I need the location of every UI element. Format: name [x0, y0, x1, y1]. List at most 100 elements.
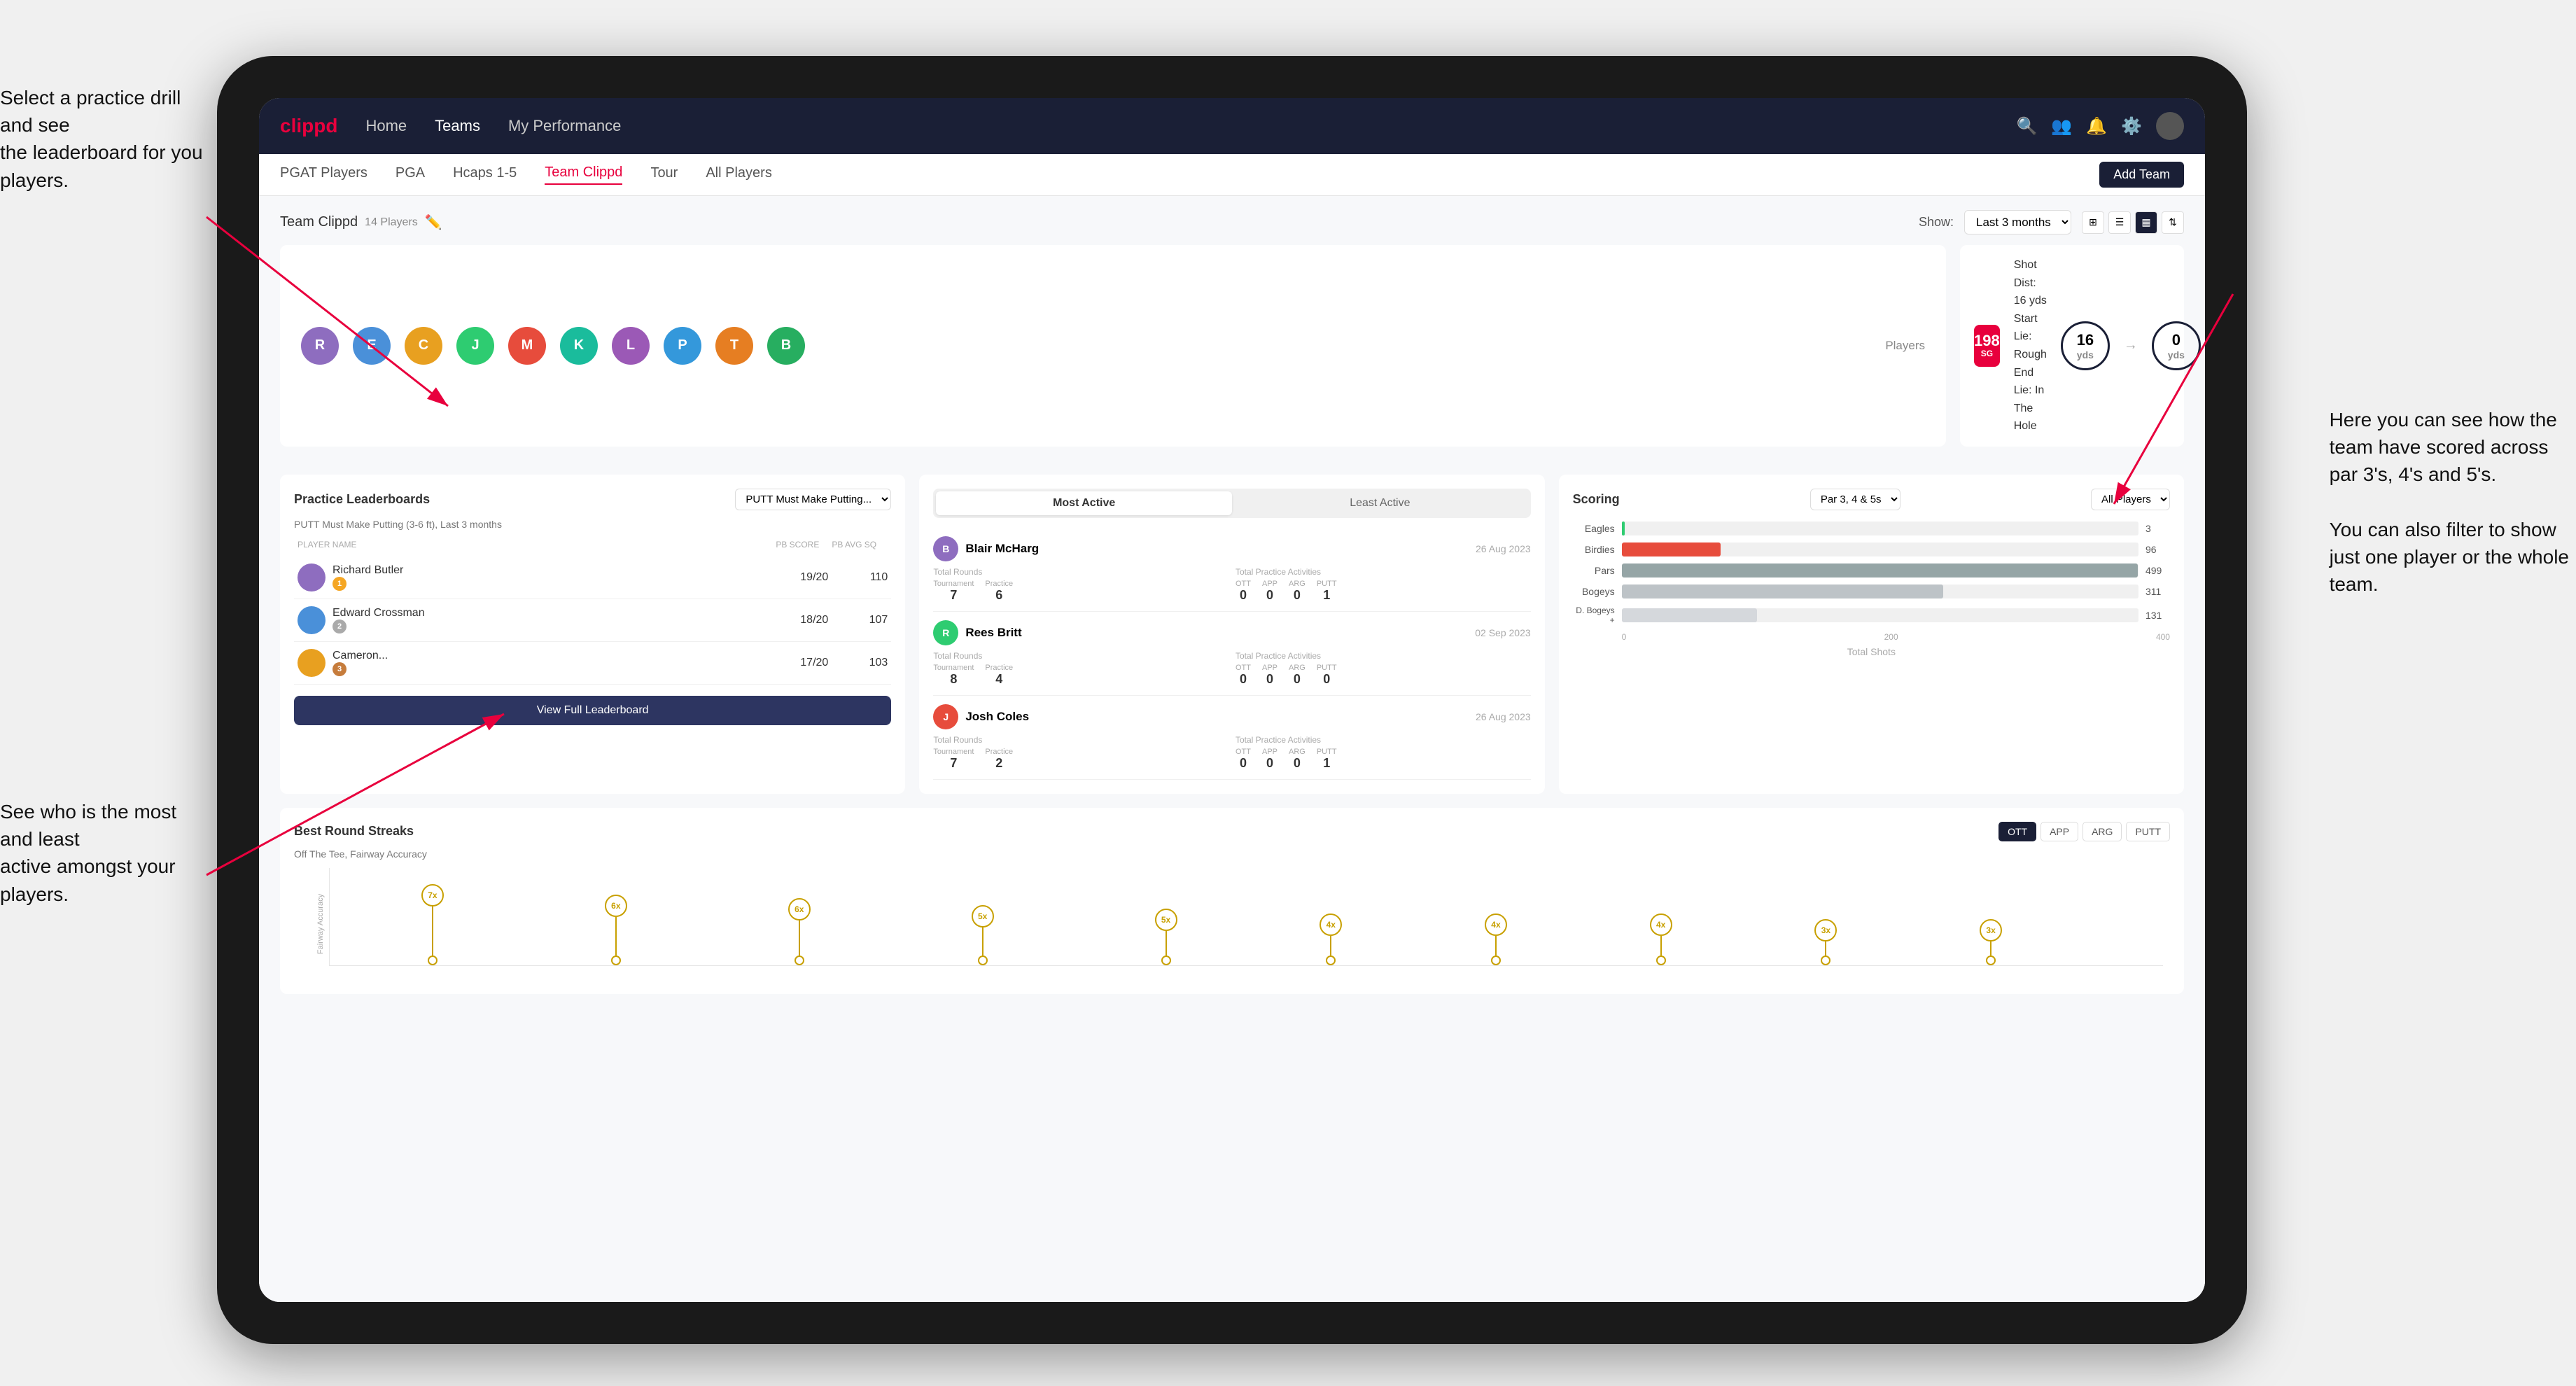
streaks-chart-area: Fairway Accuracy 7x 6x — [301, 868, 2163, 980]
dbogeys-bar-row: D. Bogeys + 131 — [1573, 606, 2170, 625]
player-avatar-8[interactable]: P — [664, 327, 701, 365]
scoring-card: Scoring Par 3, 4 & 5s All Players Eagles — [1559, 475, 2184, 794]
yds-circle-1: 16 yds — [2061, 321, 2110, 370]
player-avatar-9[interactable]: T — [715, 327, 753, 365]
activity-avatar-2: R — [933, 620, 958, 645]
dbogeys-fill — [1622, 608, 1757, 622]
streak-line-10 — [1990, 941, 1991, 955]
card-view-button[interactable]: ▦ — [2135, 211, 2157, 234]
leaderboard-column-headers: PLAYER NAME PB SCORE PB AVG SQ — [294, 540, 891, 550]
practice-activities-values-1: OTT 0 APP 0 ARG 0 — [1236, 580, 1531, 603]
nav-link-home[interactable]: Home — [365, 117, 407, 135]
activity-name-3: J Josh Coles — [933, 704, 1029, 729]
bar-axis: 0 200 400 — [1573, 632, 2170, 642]
total-rounds-group-1: Total Rounds Tournament 7 Practice 6 — [933, 567, 1228, 603]
subnav-tour[interactable]: Tour — [650, 165, 678, 184]
nav-link-performance[interactable]: My Performance — [508, 117, 621, 135]
player-filter-select[interactable]: All Players — [2091, 489, 2170, 510]
pars-label: Pars — [1573, 565, 1615, 576]
shot-end-lie: End Lie: In The Hole — [2014, 364, 2047, 435]
eagles-bar-row: Eagles 3 — [1573, 522, 2170, 536]
pars-value: 499 — [2146, 565, 2170, 576]
ott-filter-button[interactable]: OTT — [1998, 822, 2036, 841]
subnav-all[interactable]: All Players — [706, 165, 771, 184]
activity-card: Most Active Least Active B Blair McHarg … — [919, 475, 1544, 794]
leaderboard-player-2: Edward Crossman 2 — [298, 606, 769, 634]
eagles-track — [1622, 522, 2138, 536]
player-avatar-7[interactable]: L — [612, 327, 650, 365]
nav-logo: clippd — [280, 115, 337, 137]
shot-start-lie: Start Lie: Rough — [2014, 310, 2047, 364]
subnav-pga[interactable]: PGA — [396, 165, 425, 184]
player-avatar-4[interactable]: J — [456, 327, 494, 365]
list-view-button[interactable]: ☰ — [2108, 211, 2131, 234]
putt-col-1: PUTT 1 — [1317, 580, 1337, 603]
app-filter-button[interactable]: APP — [2040, 822, 2078, 841]
activity-avatar-3: J — [933, 704, 958, 729]
activity-header-3: J Josh Coles 26 Aug 2023 — [933, 704, 1530, 729]
shot-badge: 198 SG — [1974, 325, 2000, 367]
subnav-team[interactable]: Team Clippd — [545, 164, 622, 185]
show-select[interactable]: Last 3 months — [1964, 210, 2071, 234]
total-rounds-group-2: Total Rounds Tournament 8 Practice 4 — [933, 651, 1228, 687]
activity-header-2: R Rees Britt 02 Sep 2023 — [933, 620, 1530, 645]
streak-point-1: 7x — [421, 884, 444, 965]
player-avatar-10[interactable]: B — [767, 327, 805, 365]
eagles-value: 3 — [2146, 523, 2170, 534]
streak-dot-10 — [1986, 955, 1996, 965]
bogeys-label: Bogeys — [1573, 586, 1615, 597]
lb-avg-1: 110 — [832, 571, 888, 584]
streak-line-5 — [1166, 931, 1167, 955]
lb-rank-badge-1: 1 — [332, 577, 346, 591]
player-avatar-5[interactable]: M — [508, 327, 546, 365]
putt-filter-button[interactable]: PUTT — [2126, 822, 2170, 841]
leaderboard-header: Practice Leaderboards PUTT Must Make Put… — [294, 489, 891, 510]
player-avatar-1[interactable]: R — [301, 327, 339, 365]
drill-subtitle: PUTT Must Make Putting (3-6 ft), Last 3 … — [294, 519, 891, 530]
settings-button[interactable]: ⚙️ — [2121, 116, 2142, 136]
practice-activities-values-3: OTT0 APP0 ARG0 PUTT1 — [1236, 748, 1531, 771]
streak-badge-1: 7x — [421, 884, 444, 906]
avatar[interactable] — [2156, 112, 2184, 140]
notifications-button[interactable]: 🔔 — [2086, 116, 2107, 136]
subnav-pgat[interactable]: PGAT Players — [280, 165, 368, 184]
arg-filter-button[interactable]: ARG — [2082, 822, 2122, 841]
scoring-title: Scoring — [1573, 492, 1620, 507]
lb-name-3: Cameron... — [332, 650, 388, 662]
lb-avatar-3 — [298, 649, 326, 677]
yds1-value: 16 — [2077, 331, 2094, 349]
least-active-tab[interactable]: Least Active — [1232, 491, 1528, 515]
player-avatar-3[interactable]: C — [405, 327, 442, 365]
practice-activities-group-3: Total Practice Activities OTT0 APP0 ARG0… — [1236, 735, 1531, 771]
lb-avg-2: 107 — [832, 614, 888, 626]
add-team-button[interactable]: Add Team — [2099, 162, 2184, 188]
streak-badge-6: 4x — [1320, 913, 1342, 936]
streak-badge-10: 3x — [1980, 919, 2002, 941]
player-avatar-6[interactable]: K — [560, 327, 598, 365]
rounds-values-2: Tournament 8 Practice 4 — [933, 664, 1228, 687]
grid-view-button[interactable]: ⊞ — [2082, 211, 2104, 234]
nav-bar: clippd Home Teams My Performance 🔍 👥 🔔 ⚙… — [259, 98, 2205, 154]
edit-icon[interactable]: ✏️ — [425, 214, 442, 231]
subnav-hcaps[interactable]: Hcaps 1-5 — [453, 165, 517, 184]
most-active-tab[interactable]: Most Active — [936, 491, 1232, 515]
drill-select[interactable]: PUTT Must Make Putting... — [735, 489, 891, 510]
scoring-header: Scoring Par 3, 4 & 5s All Players — [1573, 489, 2170, 510]
streaks-card: Best Round Streaks OTT APP ARG PUTT Off … — [280, 808, 2184, 994]
players-row: R E C J M K L P T B Players — [280, 245, 1946, 447]
tournament-col-1: Tournament 7 — [933, 580, 974, 603]
users-button[interactable]: 👥 — [2051, 116, 2072, 136]
arg-col-1: ARG 0 — [1289, 580, 1306, 603]
lb-avatar-2 — [298, 606, 326, 634]
sort-button[interactable]: ⇅ — [2162, 211, 2184, 234]
nav-link-teams[interactable]: Teams — [435, 117, 480, 135]
team-header: Team Clippd 14 Players ✏️ Show: Last 3 m… — [280, 210, 2184, 234]
dbogeys-label: D. Bogeys + — [1573, 606, 1615, 625]
view-full-leaderboard-button[interactable]: View Full Leaderboard — [294, 696, 891, 725]
shot-number: 198 — [1974, 332, 2000, 349]
streak-line-9 — [1825, 941, 1826, 955]
streak-point-2: 6x — [605, 895, 627, 965]
player-avatar-2[interactable]: E — [353, 327, 391, 365]
par-filter-select[interactable]: Par 3, 4 & 5s — [1810, 489, 1900, 510]
search-button[interactable]: 🔍 — [2016, 116, 2037, 136]
